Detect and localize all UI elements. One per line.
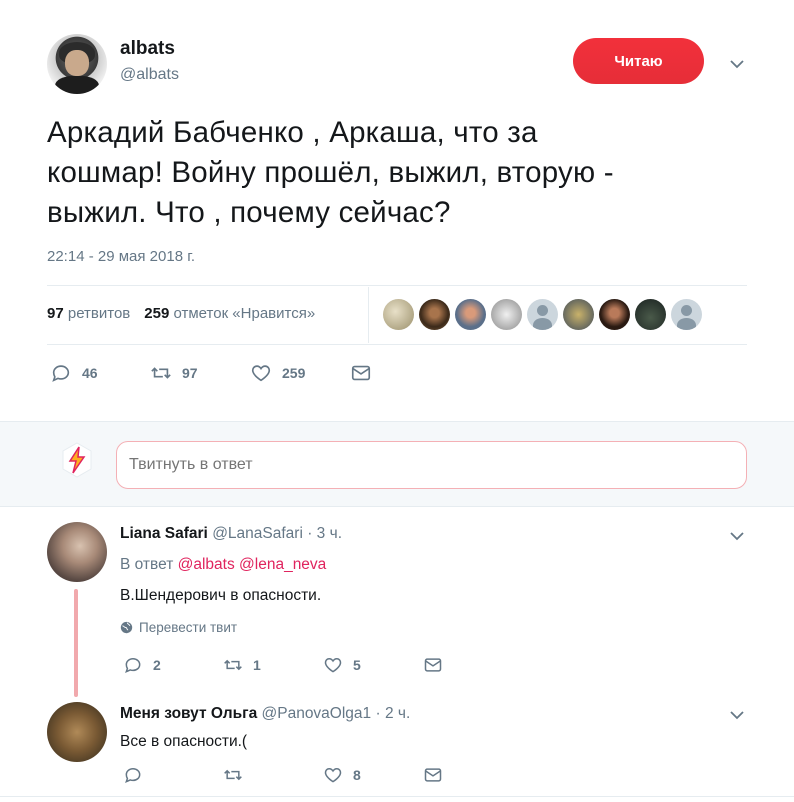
tweet-timestamp[interactable]: 22:14 - 29 мая 2018 г. xyxy=(47,248,195,265)
reply-count: 46 xyxy=(82,365,98,381)
like-icon xyxy=(251,365,271,382)
tweet-actions: 46 97 259 xyxy=(50,362,372,384)
liker-avatar[interactable] xyxy=(419,299,450,330)
reply-header: Меня зовут Ольга @PanovaOlga1 · 2 ч. xyxy=(120,705,410,723)
reply-author-avatar[interactable] xyxy=(47,522,107,582)
liker-avatar[interactable] xyxy=(383,299,414,330)
reply-text: Все в опасности.( xyxy=(120,733,248,750)
reply-author-handle[interactable]: @PanovaOlga1 xyxy=(262,705,372,722)
tweet-text: Аркадий Бабченко , Аркаша, что за кошмар… xyxy=(47,113,747,233)
lightning-avatar-icon[interactable] xyxy=(60,441,94,479)
following-button[interactable]: Читаю xyxy=(573,38,704,84)
in-reply-to: В ответ @albats @lena_neva xyxy=(120,556,326,574)
direct-message-button[interactable] xyxy=(350,362,372,384)
retweet-icon xyxy=(151,367,171,379)
retweet-icon xyxy=(224,769,242,781)
direct-message-button[interactable] xyxy=(423,655,443,675)
retweet-action-count: 1 xyxy=(253,657,261,673)
liker-avatar[interactable] xyxy=(563,299,594,330)
retweet-count: 97 xyxy=(47,305,64,322)
chevron-down-icon[interactable] xyxy=(729,528,745,544)
liker-avatar[interactable] xyxy=(635,299,666,330)
like-icon xyxy=(324,657,342,673)
divider xyxy=(47,344,747,345)
like-action-count: 259 xyxy=(282,365,306,381)
like-button[interactable]: 259 xyxy=(250,362,350,384)
tweet-stats: 97 ретвитов 259 отметок «Нравится» xyxy=(47,305,315,322)
mention-link[interactable]: @albats xyxy=(178,556,235,573)
mention-link[interactable]: @lena_neva xyxy=(239,556,326,573)
reply-button[interactable]: 46 xyxy=(50,362,150,384)
retweet-action-count: 97 xyxy=(182,365,198,381)
direct-message-button[interactable] xyxy=(423,765,443,785)
reply-time[interactable]: · 3 ч. xyxy=(307,525,342,542)
like-icon xyxy=(324,767,342,783)
author-handle[interactable]: @albats xyxy=(120,66,179,84)
divider xyxy=(0,796,794,797)
divider xyxy=(47,285,747,286)
retweet-button[interactable]: 97 xyxy=(150,362,250,384)
likes-stat[interactable]: 259 отметок «Нравится» xyxy=(144,305,315,322)
user-avatar-icon[interactable] xyxy=(527,299,558,330)
likes-count: 259 xyxy=(144,305,170,322)
divider xyxy=(368,287,369,343)
liker-avatar[interactable] xyxy=(455,299,486,330)
in-reply-to-label: В ответ xyxy=(120,556,174,573)
chevron-down-icon[interactable] xyxy=(729,56,745,72)
retweet-stat-label: ретвитов xyxy=(67,305,131,322)
main-tweet: albats @albats Читаю Аркадий Бабченко , … xyxy=(0,0,794,420)
reply-icon xyxy=(52,365,70,382)
reply-actions: 8 xyxy=(123,765,443,785)
retweet-button[interactable] xyxy=(223,765,323,785)
tweet-text-line: Аркадий Бабченко , Аркаша, что за xyxy=(47,116,538,149)
liker-avatar[interactable] xyxy=(491,299,522,330)
reply-header: Liana Safari @LanaSafari · 3 ч. xyxy=(120,525,342,543)
thread-line xyxy=(74,589,78,697)
reply-count: 2 xyxy=(153,657,161,673)
like-action-count: 8 xyxy=(353,767,361,783)
translate-tweet-link[interactable]: Перевести твит xyxy=(120,620,237,635)
reply-icon xyxy=(125,657,141,674)
reply-author-handle[interactable]: @LanaSafari xyxy=(212,525,303,542)
globe-icon xyxy=(120,621,133,634)
reply-input[interactable] xyxy=(116,441,747,489)
reply-actions: 2 1 5 xyxy=(123,655,443,675)
translate-label: Перевести твит xyxy=(139,620,238,635)
user-avatar-icon[interactable] xyxy=(671,299,702,330)
reply-author-avatar[interactable] xyxy=(47,702,107,762)
reply-text: В.Шендерович в опасности. xyxy=(120,587,322,604)
like-action-count: 5 xyxy=(353,657,361,673)
author-display-name[interactable]: albats xyxy=(120,38,175,60)
retweet-icon xyxy=(224,659,242,671)
like-button[interactable]: 5 xyxy=(323,655,423,675)
retweet-stat[interactable]: 97 ретвитов xyxy=(47,305,130,322)
dm-icon xyxy=(424,658,442,672)
reply-icon xyxy=(125,767,141,784)
reply-button[interactable] xyxy=(123,765,223,785)
reply-author-name[interactable]: Liana Safari xyxy=(120,525,208,542)
reply-author-name[interactable]: Меня зовут Ольга xyxy=(120,705,257,722)
reply-time[interactable]: · 2 ч. xyxy=(375,705,410,722)
dm-icon xyxy=(351,365,371,381)
retweet-button[interactable]: 1 xyxy=(223,655,323,675)
reply-composer xyxy=(0,421,794,507)
liker-avatar[interactable] xyxy=(599,299,630,330)
dm-icon xyxy=(424,768,442,782)
chevron-down-icon[interactable] xyxy=(729,707,745,723)
author-avatar[interactable] xyxy=(47,34,107,94)
liker-avatars xyxy=(383,299,702,330)
tweet-text-line: кошмар! Войну прошёл, выжил, вторую - xyxy=(47,156,614,189)
likes-stat-label: отметок «Нравится» xyxy=(173,305,316,322)
reply-button[interactable]: 2 xyxy=(123,655,223,675)
like-button[interactable]: 8 xyxy=(323,765,423,785)
tweet-text-line: выжил. Что , почему сейчас? xyxy=(47,196,451,229)
